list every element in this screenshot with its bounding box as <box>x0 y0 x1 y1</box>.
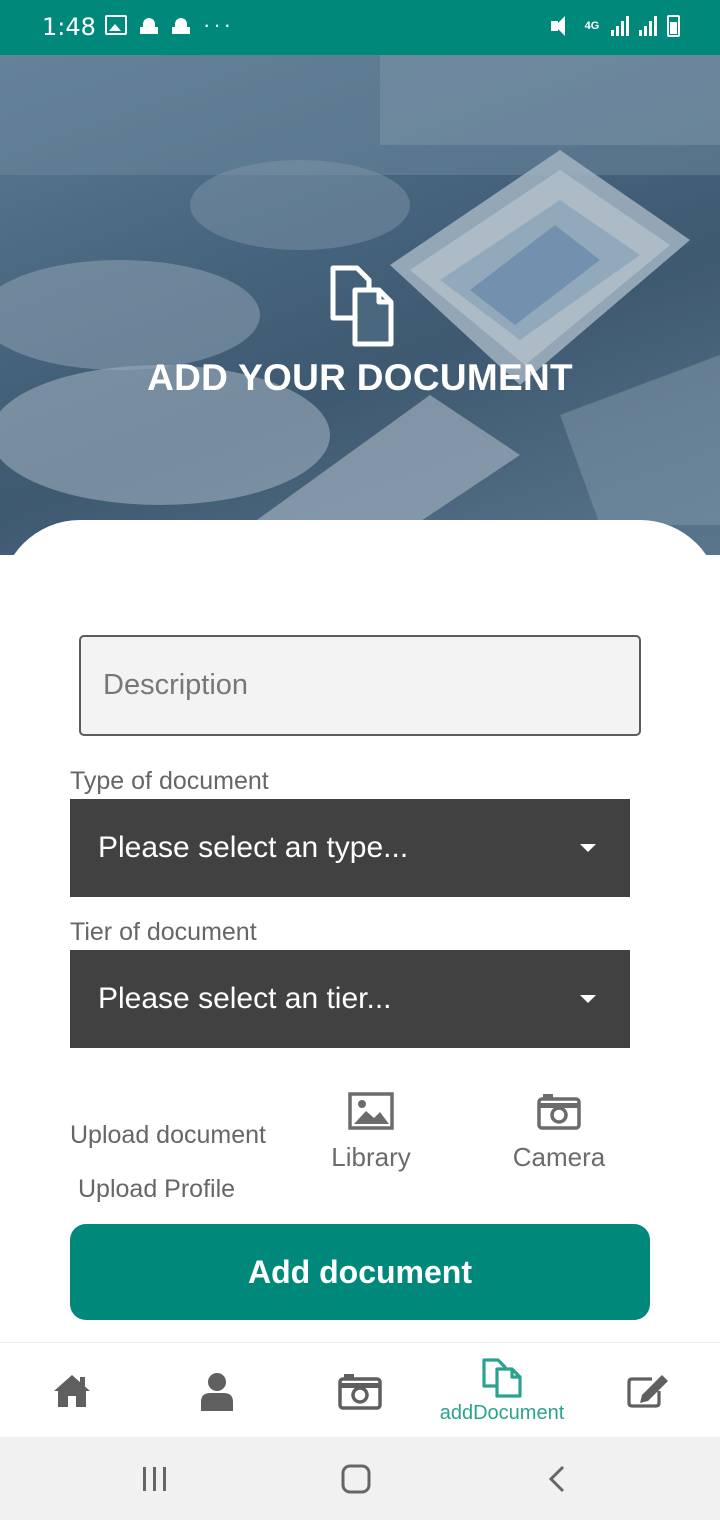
upload-profile-label: Upload Profile <box>78 1175 236 1203</box>
nav-item-add-document[interactable]: addDocument <box>428 1343 576 1438</box>
library-label: Library <box>331 1142 411 1172</box>
gallery-icon <box>105 15 127 35</box>
back-chevron-icon <box>548 1465 565 1492</box>
status-left-icons: ··· <box>105 12 234 37</box>
image-icon <box>348 1092 394 1130</box>
document-tier-select[interactable]: Please select an tier... <box>70 950 630 1048</box>
network-4g-icon: 4G <box>584 19 600 32</box>
recent-apps-button[interactable] <box>115 1437 195 1520</box>
home-square-icon <box>341 1464 371 1493</box>
nav-label-add-document: addDocument <box>439 1402 565 1424</box>
tier-of-document-label: Tier of document <box>70 918 257 946</box>
dropdown-arrow-icon <box>580 844 596 852</box>
bottom-navigation: addDocument <box>0 1342 720 1437</box>
description-input[interactable] <box>79 635 641 736</box>
status-time: 1:48 <box>42 13 96 41</box>
battery-charging-icon <box>667 15 680 37</box>
back-button[interactable] <box>518 1437 598 1520</box>
status-right-icons: 4G <box>549 14 680 38</box>
camera-icon <box>537 1094 581 1130</box>
mosque-icon <box>139 16 159 34</box>
nav-item-profile[interactable] <box>177 1343 257 1438</box>
camera-button[interactable]: Camera <box>506 1092 612 1173</box>
more-dots-icon: ··· <box>203 12 234 37</box>
camera-icon <box>338 1373 382 1410</box>
nav-item-home[interactable] <box>32 1343 112 1438</box>
hero-banner: ADD YOUR DOCUMENT <box>0 55 720 555</box>
recent-apps-icon <box>143 1466 166 1491</box>
mosque-icon <box>171 16 191 34</box>
system-navigation-bar <box>0 1437 720 1520</box>
status-bar: 1:48 ··· 4G <box>0 0 720 55</box>
mute-icon <box>549 14 573 38</box>
camera-label: Camera <box>512 1142 606 1172</box>
signal-icon <box>639 16 657 36</box>
documents-icon <box>482 1358 522 1398</box>
document-tier-selected-value: Please select an tier... <box>98 982 392 1015</box>
person-icon <box>201 1372 233 1411</box>
home-icon <box>54 1374 90 1407</box>
library-button[interactable]: Library <box>320 1092 422 1173</box>
add-document-button[interactable]: Add document <box>70 1224 650 1320</box>
nav-item-camera[interactable] <box>320 1343 400 1438</box>
dropdown-arrow-icon <box>580 995 596 1003</box>
signal-icon <box>611 16 629 36</box>
nav-item-edit[interactable] <box>608 1343 688 1438</box>
type-of-document-label: Type of document <box>70 767 269 795</box>
upload-document-label: Upload document <box>70 1121 266 1149</box>
document-type-select[interactable]: Please select an type... <box>70 799 630 897</box>
edit-icon <box>627 1374 668 1408</box>
documents-icon <box>330 265 394 347</box>
home-system-button[interactable] <box>316 1437 396 1520</box>
document-type-selected-value: Please select an type... <box>98 831 409 864</box>
page-title: ADD YOUR DOCUMENT <box>147 357 573 398</box>
